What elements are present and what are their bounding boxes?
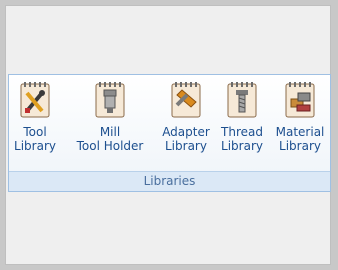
mill-tool-holder-button[interactable]: Mill Tool Holder xyxy=(67,79,153,169)
ribbon-buttons: Tool Library Mill Tool Holder Adapter Li… xyxy=(9,75,330,171)
tool-library-button[interactable]: Tool Library xyxy=(11,79,59,169)
libraries-ribbon-group: Tool Library Mill Tool Holder Adapter Li… xyxy=(8,74,331,192)
tool-library-icon xyxy=(18,81,52,119)
adapter-library-label: Adapter Library xyxy=(162,125,210,153)
material-library-button[interactable]: Material Library xyxy=(271,79,329,169)
thread-library-label: Thread Library xyxy=(221,125,263,153)
thread-library-icon xyxy=(225,81,259,119)
mill-tool-holder-icon xyxy=(93,81,127,119)
tool-library-label: Tool Library xyxy=(14,125,56,153)
mill-tool-holder-label: Mill Tool Holder xyxy=(76,125,144,153)
material-library-icon xyxy=(283,81,317,119)
material-library-label: Material Library xyxy=(275,125,325,153)
group-label-libraries: Libraries xyxy=(9,171,330,191)
thread-library-button[interactable]: Thread Library xyxy=(217,79,267,169)
adapter-library-icon xyxy=(169,81,203,119)
adapter-library-button[interactable]: Adapter Library xyxy=(159,79,213,169)
